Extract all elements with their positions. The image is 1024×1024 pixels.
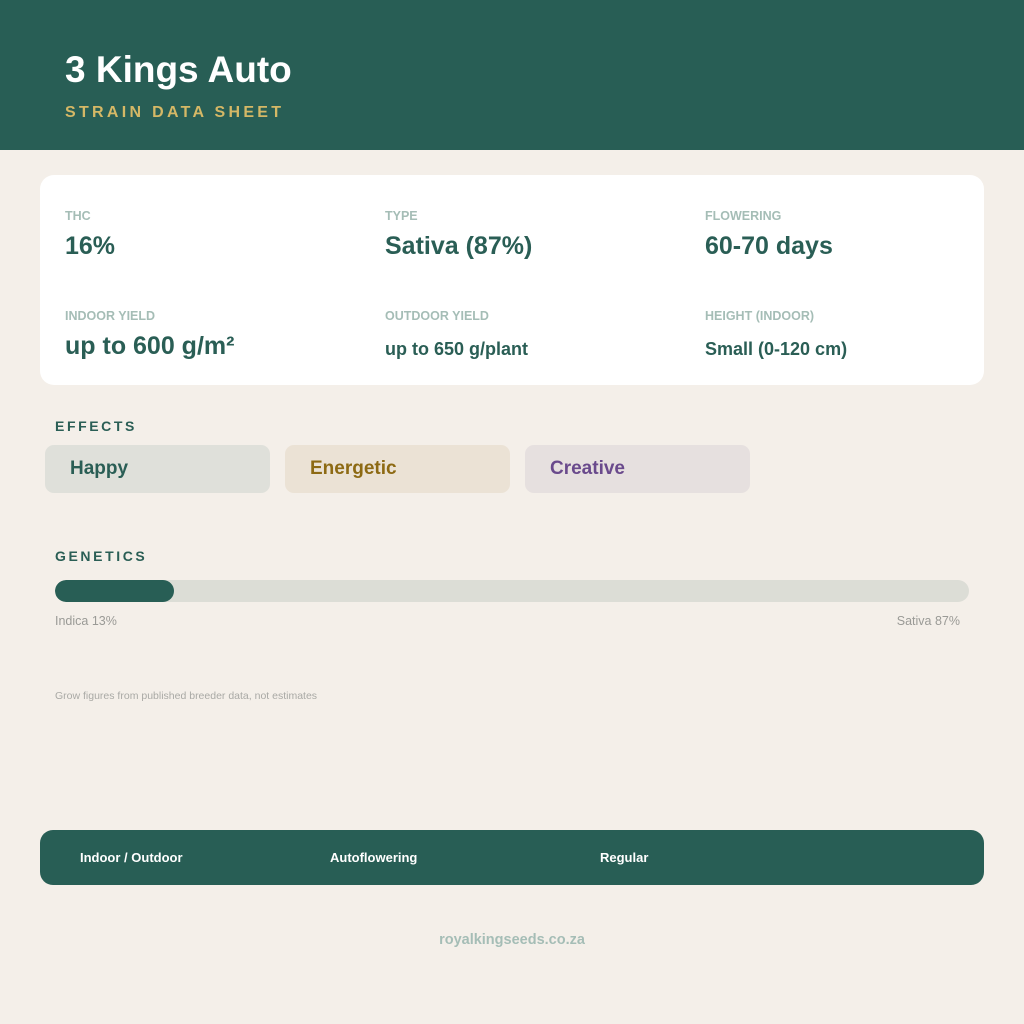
sheet-subtitle: STRAIN DATA SHEET bbox=[65, 104, 285, 121]
genetics-indica-fill bbox=[55, 580, 174, 602]
tag-indoor-outdoor: Indoor / Outdoor bbox=[80, 850, 183, 865]
stat-label: OUTDOOR YIELD bbox=[385, 309, 489, 323]
stat-thc: THC 16% bbox=[65, 208, 115, 262]
tag-autoflowering: Autoflowering bbox=[330, 850, 418, 865]
stat-indoor-yield: INDOOR YIELD up to 600 g/m² bbox=[65, 308, 234, 362]
footer-tag-bar: Indoor / Outdoor Autoflowering Regular bbox=[40, 830, 984, 885]
effect-chip-happy: Happy bbox=[45, 445, 270, 493]
sativa-label: Sativa 87% bbox=[896, 614, 960, 628]
genetics-heading: GENETICS bbox=[55, 548, 148, 564]
disclaimer-note: Grow figures from published breeder data… bbox=[55, 690, 318, 702]
stat-type: TYPE Sativa (87%) bbox=[385, 208, 532, 262]
stat-label: INDOOR YIELD bbox=[65, 309, 156, 323]
stat-label: FLOWERING bbox=[705, 209, 782, 223]
stat-flowering: FLOWERING 60-70 days bbox=[705, 208, 833, 262]
stat-value: up to 650 g/plant bbox=[385, 339, 529, 359]
stat-value: 60-70 days bbox=[705, 232, 833, 260]
tag-regular: Regular bbox=[600, 850, 649, 865]
stat-height-indoor: HEIGHT (INDOOR) Small (0-120 cm) bbox=[705, 308, 847, 361]
stat-label: THC bbox=[65, 209, 91, 223]
stat-label: TYPE bbox=[385, 209, 418, 223]
effect-chip-energetic: Energetic bbox=[285, 445, 510, 493]
strain-data-sheet: 3 Kings Auto STRAIN DATA SHEET THC 16% T… bbox=[0, 0, 1024, 1024]
stats-card: THC 16% TYPE Sativa (87%) FLOWERING 60-7… bbox=[40, 175, 984, 385]
indica-label: Indica 13% bbox=[55, 614, 117, 628]
stat-label: HEIGHT (INDOOR) bbox=[705, 309, 815, 323]
stat-value: up to 600 g/m² bbox=[65, 332, 235, 360]
effects-heading: EFFECTS bbox=[55, 418, 137, 434]
strain-title: 3 Kings Auto bbox=[65, 49, 292, 90]
website-link[interactable]: royalkingseeds.co.za bbox=[0, 931, 1024, 949]
stat-value: Small (0-120 cm) bbox=[705, 339, 848, 359]
stat-value: 16% bbox=[65, 232, 116, 260]
genetics-bar bbox=[55, 580, 969, 602]
effect-chip-creative: Creative bbox=[525, 445, 750, 493]
stat-outdoor-yield: OUTDOOR YIELD up to 650 g/plant bbox=[385, 308, 528, 361]
header-banner: 3 Kings Auto STRAIN DATA SHEET bbox=[0, 0, 1024, 150]
stat-value: Sativa (87%) bbox=[385, 232, 533, 260]
